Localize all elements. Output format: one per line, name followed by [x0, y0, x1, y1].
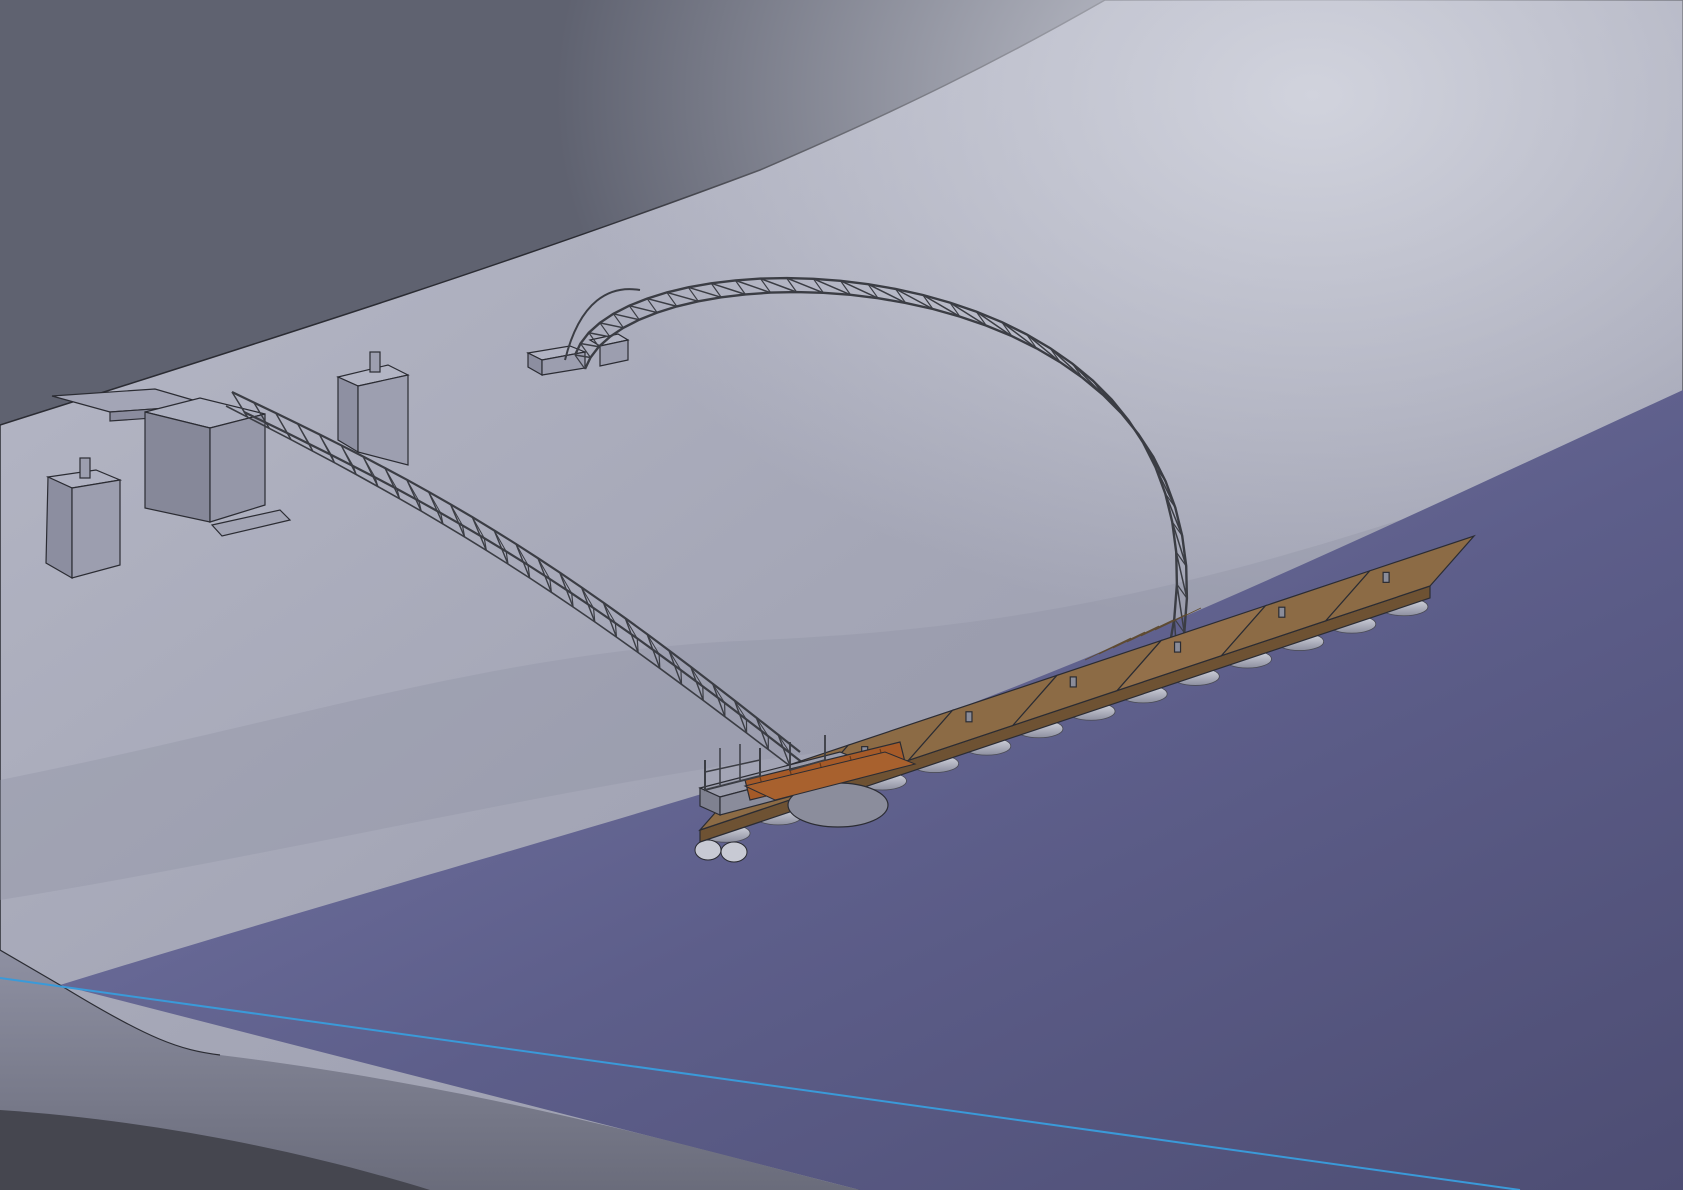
cleat [1278, 606, 1286, 618]
3d-model-scene[interactable] [0, 0, 1683, 1190]
cad-viewport[interactable] [0, 0, 1683, 1190]
float-end [694, 839, 722, 861]
cleat [1382, 571, 1390, 583]
float-end [720, 841, 748, 863]
cleat [965, 711, 973, 723]
cleat [1069, 676, 1077, 688]
gangway-brace [658, 654, 661, 669]
gangway-brace [680, 670, 683, 685]
left-pier-block [45, 457, 123, 580]
cleat [1173, 641, 1182, 653]
